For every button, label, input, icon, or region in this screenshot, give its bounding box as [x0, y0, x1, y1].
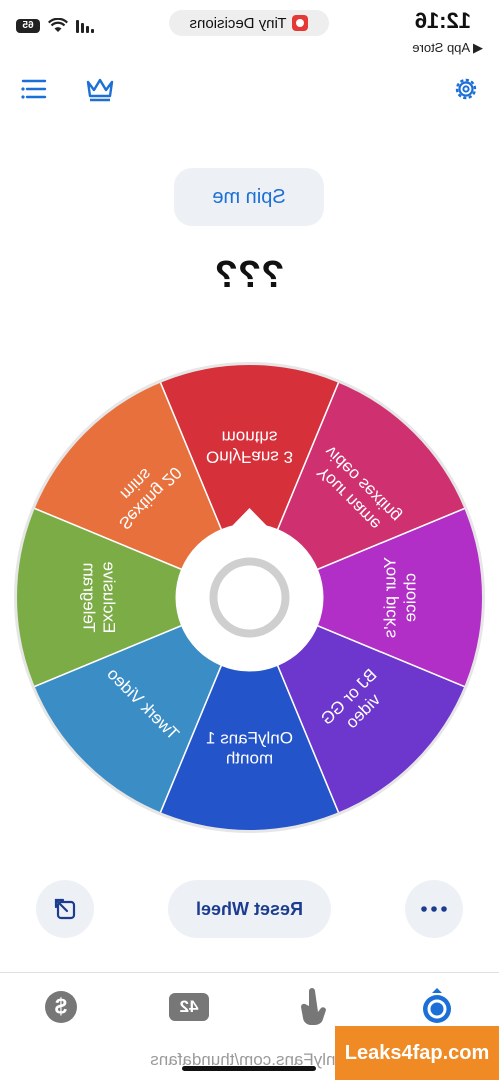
wheel-label-line: Your pick's — [381, 557, 400, 638]
tab-spinner[interactable] — [407, 983, 467, 1031]
home-indicator — [182, 1066, 316, 1071]
status-time: 12:16 — [414, 8, 471, 33]
status-icons: 65 — [16, 18, 94, 33]
app-screen: 12:16 ◀ App Store Tiny Decisions 65 Spin… — [0, 0, 499, 1081]
result-text: ??? — [214, 254, 285, 296]
tab-coin[interactable]: $ — [31, 983, 91, 1031]
wheel-label-line: Exclusive — [100, 562, 119, 634]
coin-icon: $ — [45, 991, 77, 1023]
more-icon — [421, 906, 447, 912]
gear-icon — [455, 78, 477, 100]
number-icon: 42 — [169, 993, 209, 1021]
wheel-label-line: months — [222, 428, 278, 447]
share-button[interactable] — [36, 880, 94, 938]
spin-button[interactable]: Spin me — [174, 168, 324, 226]
wheel-label-line: OnlyFans 3 — [206, 448, 293, 467]
spinner-icon — [423, 988, 451, 1023]
more-options-button[interactable] — [405, 880, 463, 938]
share-icon — [54, 898, 76, 920]
list-icon — [21, 79, 47, 99]
dynamic-island-pill: Tiny Decisions — [169, 10, 329, 36]
settings-button[interactable] — [449, 72, 483, 106]
wheel-hub — [175, 523, 324, 672]
signal-icon — [76, 19, 94, 33]
wifi-icon — [48, 18, 68, 32]
wheel-graphic[interactable]: OnlyFans 3monthsSexting 20minsExclusiveT… — [14, 362, 485, 833]
wheel-label-line: Telegram — [80, 563, 99, 633]
app-name: Tiny Decisions — [189, 14, 287, 32]
reset-wheel-button[interactable]: Reset Wheel — [168, 880, 331, 938]
app-icon — [292, 15, 309, 31]
wheel-label-line: OnlyFans 1 — [206, 729, 293, 748]
tab-numbers[interactable]: 42 — [159, 983, 219, 1031]
wheel-label-line: choice — [401, 573, 420, 622]
back-to-app-store[interactable]: ◀ App Store — [412, 40, 483, 56]
bottom-actions: Reset Wheel — [0, 878, 499, 944]
decision-wheel[interactable]: OnlyFans 3months Sexting 20mins ExclusiveT… — [14, 362, 485, 833]
wheel-segment-label: ExclusiveTelegram — [80, 562, 119, 634]
tab-hand[interactable] — [283, 983, 343, 1031]
hand-icon — [300, 988, 326, 1026]
battery-indicator: 65 — [16, 18, 40, 33]
top-nav — [0, 66, 499, 112]
wheel-label-line: month — [226, 749, 273, 768]
crown-icon — [86, 78, 114, 102]
status-bar: 12:16 ◀ App Store Tiny Decisions 65 — [0, 0, 499, 58]
menu-button[interactable] — [17, 72, 51, 106]
site-watermark: Leaks4fap.com — [335, 1026, 499, 1080]
premium-button[interactable] — [83, 72, 117, 106]
